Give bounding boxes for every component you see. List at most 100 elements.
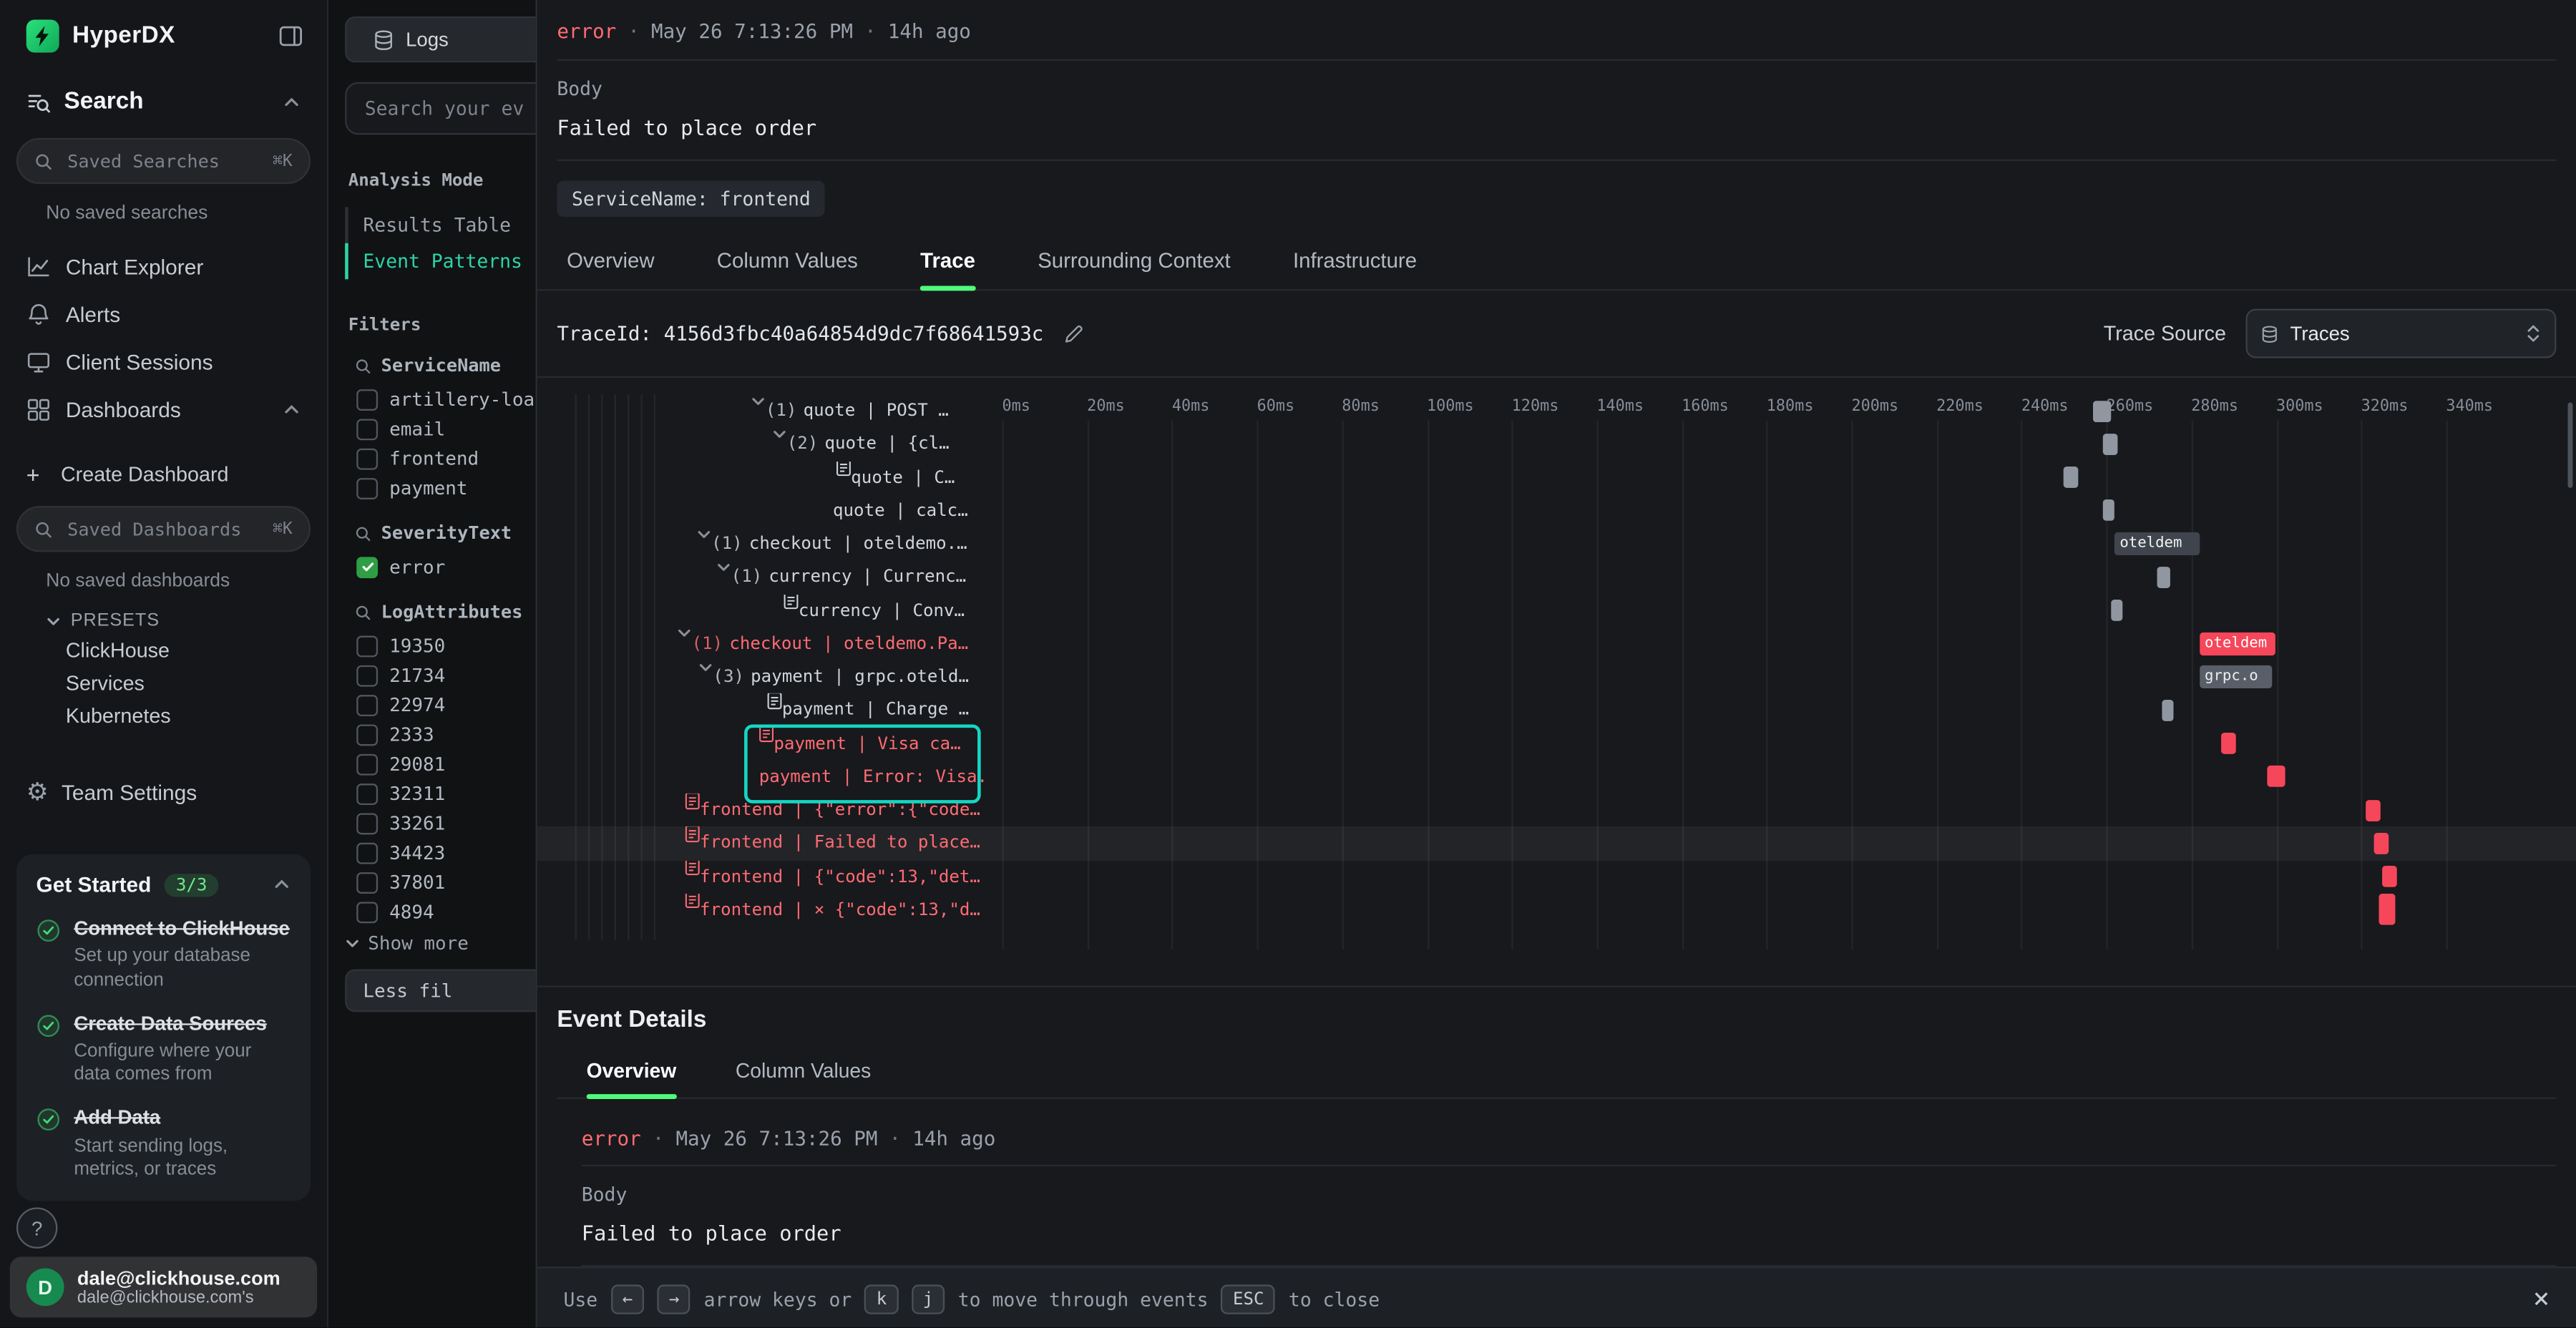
event-search-input[interactable] (345, 82, 535, 135)
less-filters-button[interactable]: Less fil (345, 970, 535, 1012)
trace-span-row[interactable]: payment | Visa ca… (557, 727, 984, 760)
trace-span-row[interactable]: currency | Conv… (557, 594, 984, 627)
filter-option[interactable]: 29081 (345, 749, 535, 778)
close-icon[interactable]: × (2533, 1286, 2550, 1314)
span-duration-bar[interactable]: oteldem (2114, 532, 2200, 555)
edit-icon[interactable] (1063, 323, 1085, 344)
checkbox[interactable] (356, 842, 378, 864)
span-duration-bar[interactable] (2221, 733, 2236, 754)
filter-option[interactable]: email (345, 414, 535, 444)
checkbox[interactable] (356, 901, 378, 922)
tab-surrounding-context[interactable]: Surrounding Context (1038, 233, 1231, 289)
user-menu[interactable]: D dale@clickhouse.com dale@clickhouse.co… (10, 1256, 317, 1317)
analysis-mode-results-table[interactable]: Results Table (345, 207, 535, 243)
sidebar-item-alerts[interactable]: Alerts (0, 290, 327, 338)
trace-span-row[interactable]: payment | Error: Visa… (557, 760, 984, 793)
filter-group-header[interactable]: LogAttributes (345, 601, 535, 622)
filter-option[interactable]: 4894 (345, 897, 535, 927)
checkbox[interactable] (356, 448, 378, 469)
span-duration-bar[interactable] (2162, 699, 2175, 721)
saved-dashboards-field[interactable] (64, 517, 273, 541)
checkbox[interactable] (356, 723, 378, 745)
team-settings-button[interactable]: ⚙ Team Settings (0, 768, 327, 814)
span-duration-bar[interactable] (2064, 467, 2079, 488)
span-duration-bar[interactable] (2268, 766, 2285, 787)
tab-overview[interactable]: Overview (567, 233, 654, 289)
filter-option[interactable]: 22974 (345, 690, 535, 719)
checkbox[interactable] (356, 872, 378, 893)
right-arrow-key[interactable]: → (658, 1284, 691, 1315)
trace-span-row[interactable]: frontend | {"error":{"code… (557, 794, 984, 826)
trace-span-row[interactable]: frontend | Failed to place… (557, 826, 984, 859)
filter-option[interactable]: error (345, 552, 535, 581)
checkbox[interactable] (356, 753, 378, 775)
span-duration-bar[interactable] (2102, 500, 2115, 522)
filter-option[interactable]: 19350 (345, 631, 535, 660)
span-duration-bar[interactable]: oteldem (2200, 632, 2276, 655)
get-started-item[interactable]: Add DataStart sending logs, metrics, or … (36, 1106, 291, 1181)
checkbox[interactable] (356, 389, 378, 410)
j-key[interactable]: j (912, 1284, 945, 1315)
filter-option[interactable]: 21734 (345, 660, 535, 690)
sidebar-item-dashboards[interactable]: Dashboards (0, 386, 327, 434)
presets-toggle[interactable]: PRESETS (46, 611, 327, 631)
saved-dashboards-input[interactable]: ⌘K (16, 506, 311, 552)
k-key[interactable]: k (865, 1284, 899, 1315)
span-duration-bar[interactable] (2366, 799, 2381, 821)
sidebar-item-chart-explorer[interactable]: Chart Explorer (0, 243, 327, 291)
filter-option[interactable]: 2333 (345, 720, 535, 749)
service-name-tag[interactable]: ServiceName: frontend (557, 181, 825, 218)
preset-item-clickhouse[interactable]: ClickHouse (0, 634, 327, 667)
filter-option[interactable]: 37801 (345, 867, 535, 897)
trace-span-row[interactable]: frontend | {"code":13,"det… (557, 860, 984, 893)
checkbox[interactable] (356, 694, 378, 716)
checkbox[interactable] (356, 418, 378, 439)
filter-group-header[interactable]: ServiceName (345, 355, 535, 376)
trace-span-row[interactable]: quote | C… (557, 461, 984, 494)
span-duration-bar[interactable] (2157, 567, 2170, 588)
checkbox[interactable] (356, 812, 378, 834)
span-duration-bar[interactable] (2378, 894, 2395, 926)
tab-column-values[interactable]: Column Values (717, 233, 858, 289)
get-started-item[interactable]: Connect to ClickHouseSet up your databas… (36, 917, 291, 992)
source-selector-button[interactable]: Logs (345, 16, 535, 62)
trace-span-row[interactable]: (3)payment | grpc.oteld… (557, 660, 984, 693)
preset-item-services[interactable]: Services (0, 667, 327, 700)
checkbox[interactable] (356, 783, 378, 804)
filter-option[interactable]: 32311 (345, 778, 535, 808)
sidebar-collapse-icon[interactable] (278, 23, 304, 49)
span-duration-bar[interactable] (2094, 400, 2111, 421)
left-arrow-key[interactable]: ← (611, 1284, 645, 1315)
filter-option[interactable]: frontend (345, 444, 535, 473)
filter-group-header[interactable]: SeverityText (345, 522, 535, 544)
span-duration-bar[interactable] (2382, 866, 2397, 887)
tab-infrastructure[interactable]: Infrastructure (1293, 233, 1417, 289)
sidebar-item-client-sessions[interactable]: Client Sessions (0, 338, 327, 386)
checkbox[interactable] (356, 556, 378, 577)
tab-trace[interactable]: Trace (920, 233, 975, 289)
trace-span-row[interactable]: (2)quote | {cl… (557, 428, 984, 461)
trace-span-row[interactable]: (1)currency | Currenc… (557, 560, 984, 593)
tab-overview[interactable]: Overview (587, 1047, 677, 1098)
trace-span-row[interactable]: quote | calc… (557, 494, 984, 527)
filter-option[interactable]: 34423 (345, 838, 535, 867)
show-more-button[interactable]: Show more (345, 933, 535, 954)
trace-span-row[interactable]: (1)checkout | oteldemo.… (557, 527, 984, 560)
checkbox[interactable] (356, 665, 378, 686)
search-section-header[interactable]: Search (0, 69, 327, 125)
span-duration-bar[interactable] (2111, 600, 2124, 621)
filter-option[interactable]: payment (345, 473, 535, 502)
trace-span-row[interactable]: (1)quote | POST … (557, 394, 984, 427)
filter-option[interactable]: 33261 (345, 809, 535, 838)
tree-scrollbar[interactable] (2568, 403, 2573, 488)
checkbox[interactable] (356, 635, 378, 656)
saved-searches-input[interactable]: ⌘K (16, 138, 311, 184)
trace-source-select[interactable]: Traces (2246, 309, 2557, 358)
chevron-up-icon[interactable] (273, 876, 291, 894)
trace-span-row[interactable]: (1)checkout | oteldemo.Pa… (557, 627, 984, 660)
help-button[interactable]: ? (16, 1208, 57, 1249)
analysis-mode-event-patterns[interactable]: Event Patterns (345, 243, 535, 280)
trace-span-row[interactable]: frontend | × {"code":13,"d… (557, 893, 984, 926)
tab-column-values[interactable]: Column Values (736, 1047, 871, 1098)
span-duration-bar[interactable] (2373, 832, 2389, 854)
